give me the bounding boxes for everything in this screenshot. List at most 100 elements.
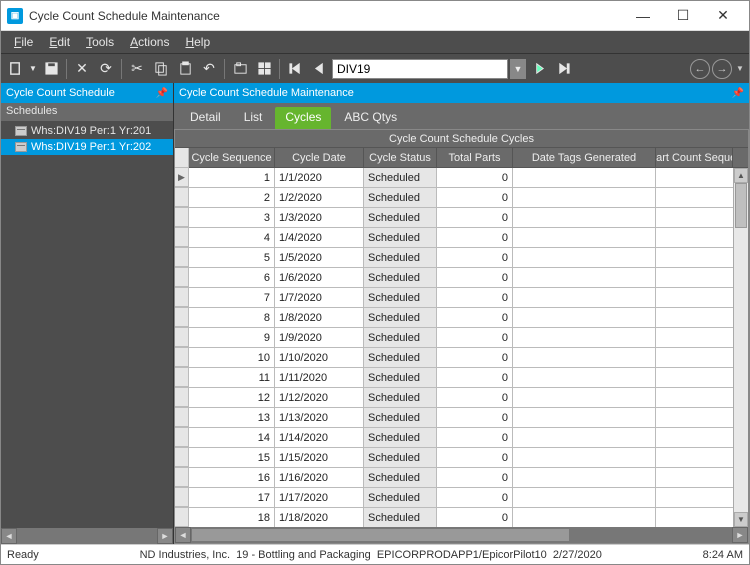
cell-parts[interactable]: 0 (437, 508, 513, 527)
cell-status[interactable]: Scheduled (364, 188, 437, 207)
table-row[interactable]: 51/5/2020Scheduled0 (175, 248, 748, 268)
cell-status[interactable]: Scheduled (364, 268, 437, 287)
cell-tags[interactable] (513, 448, 656, 467)
col-date-tags[interactable]: Date Tags Generated (513, 148, 656, 168)
cell-date[interactable]: 1/14/2020 (275, 428, 364, 447)
nav-next-icon[interactable] (528, 58, 550, 80)
col-cycle-sequence[interactable]: Cycle Sequence (189, 148, 275, 168)
col-cycle-status[interactable]: Cycle Status (364, 148, 437, 168)
col-start-count[interactable]: Start Count Sequen (656, 148, 733, 168)
cell-status[interactable]: Scheduled (364, 288, 437, 307)
cell-parts[interactable]: 0 (437, 268, 513, 287)
cell-tags[interactable] (513, 508, 656, 527)
cell-parts[interactable]: 0 (437, 448, 513, 467)
cell-sequence[interactable]: 2 (189, 188, 275, 207)
cut-icon[interactable]: ✂ (126, 58, 148, 80)
cell-tags[interactable] (513, 248, 656, 267)
row-selector[interactable] (175, 468, 189, 487)
row-selector[interactable] (175, 248, 189, 267)
refresh-icon[interactable]: ⟳ (95, 58, 117, 80)
cell-status[interactable]: Scheduled (364, 308, 437, 327)
cell-date[interactable]: 1/13/2020 (275, 408, 364, 427)
cell-date[interactable]: 1/7/2020 (275, 288, 364, 307)
scroll-down-icon[interactable]: ▼ (734, 512, 748, 527)
cell-tags[interactable] (513, 408, 656, 427)
table-row[interactable]: 101/10/2020Scheduled0 (175, 348, 748, 368)
grid-hscroll[interactable]: ◄ ► (175, 527, 748, 543)
row-selector[interactable] (175, 448, 189, 467)
pin-icon[interactable]: 📌 (732, 88, 744, 99)
cell-date[interactable]: 1/1/2020 (275, 168, 364, 187)
row-selector[interactable] (175, 408, 189, 427)
cell-date[interactable]: 1/2/2020 (275, 188, 364, 207)
delete-icon[interactable]: ✕ (71, 58, 93, 80)
cell-date[interactable]: 1/6/2020 (275, 268, 364, 287)
scroll-up-icon[interactable]: ▲ (734, 168, 748, 183)
record-dropdown-icon[interactable]: ▼ (510, 59, 526, 79)
menu-edit[interactable]: Edit (41, 33, 78, 51)
cell-date[interactable]: 1/16/2020 (275, 468, 364, 487)
table-row[interactable]: 41/4/2020Scheduled0 (175, 228, 748, 248)
cell-tags[interactable] (513, 168, 656, 187)
cell-parts[interactable]: 0 (437, 388, 513, 407)
cell-sequence[interactable]: 4 (189, 228, 275, 247)
row-selector[interactable] (175, 228, 189, 247)
col-total-parts[interactable]: Total Parts (437, 148, 513, 168)
cell-status[interactable]: Scheduled (364, 348, 437, 367)
cell-parts[interactable]: 0 (437, 168, 513, 187)
cell-tags[interactable] (513, 288, 656, 307)
cell-sequence[interactable]: 18 (189, 508, 275, 527)
tab-cycles[interactable]: Cycles (275, 107, 331, 129)
table-row[interactable]: 91/9/2020Scheduled0 (175, 328, 748, 348)
cell-tags[interactable] (513, 308, 656, 327)
table-row[interactable]: 161/16/2020Scheduled0 (175, 468, 748, 488)
cell-tags[interactable] (513, 468, 656, 487)
table-row[interactable]: 131/13/2020Scheduled0 (175, 408, 748, 428)
row-selector[interactable] (175, 368, 189, 387)
cell-status[interactable]: Scheduled (364, 368, 437, 387)
grid-vscroll[interactable]: ▲ ▼ (733, 168, 748, 527)
cell-parts[interactable]: 0 (437, 468, 513, 487)
cell-parts[interactable]: 0 (437, 248, 513, 267)
record-input[interactable] (332, 59, 508, 79)
scroll-left-icon[interactable]: ◄ (1, 528, 17, 544)
cell-status[interactable]: Scheduled (364, 168, 437, 187)
row-selector[interactable] (175, 388, 189, 407)
cell-sequence[interactable]: 10 (189, 348, 275, 367)
cell-sequence[interactable]: 14 (189, 428, 275, 447)
cell-parts[interactable]: 0 (437, 368, 513, 387)
menu-actions[interactable]: Actions (122, 33, 177, 51)
cell-tags[interactable] (513, 328, 656, 347)
cell-status[interactable]: Scheduled (364, 428, 437, 447)
scroll-right-icon[interactable]: ► (157, 528, 173, 544)
cell-sequence[interactable]: 16 (189, 468, 275, 487)
cell-date[interactable]: 1/10/2020 (275, 348, 364, 367)
row-selector[interactable] (175, 288, 189, 307)
cell-status[interactable]: Scheduled (364, 468, 437, 487)
tab-list[interactable]: List (234, 107, 273, 129)
cell-sequence[interactable]: 12 (189, 388, 275, 407)
new-dropdown-icon[interactable]: ▼ (28, 58, 38, 80)
cell-sequence[interactable]: 7 (189, 288, 275, 307)
cell-status[interactable]: Scheduled (364, 228, 437, 247)
cell-parts[interactable]: 0 (437, 228, 513, 247)
cell-status[interactable]: Scheduled (364, 508, 437, 527)
cell-date[interactable]: 1/17/2020 (275, 488, 364, 507)
row-selector[interactable] (175, 328, 189, 347)
cell-tags[interactable] (513, 388, 656, 407)
col-cycle-date[interactable]: Cycle Date (275, 148, 364, 168)
cell-parts[interactable]: 0 (437, 488, 513, 507)
cell-sequence[interactable]: 11 (189, 368, 275, 387)
nav-forward-icon[interactable]: → (712, 59, 732, 79)
cell-parts[interactable]: 0 (437, 408, 513, 427)
nav-first-icon[interactable] (284, 58, 306, 80)
cell-date[interactable]: 1/11/2020 (275, 368, 364, 387)
row-selector[interactable] (175, 508, 189, 527)
table-row[interactable]: 141/14/2020Scheduled0 (175, 428, 748, 448)
cell-date[interactable]: 1/15/2020 (275, 448, 364, 467)
cell-tags[interactable] (513, 208, 656, 227)
cell-date[interactable]: 1/4/2020 (275, 228, 364, 247)
cell-date[interactable]: 1/3/2020 (275, 208, 364, 227)
undo-icon[interactable]: ↶ (198, 58, 220, 80)
row-selector[interactable] (175, 308, 189, 327)
